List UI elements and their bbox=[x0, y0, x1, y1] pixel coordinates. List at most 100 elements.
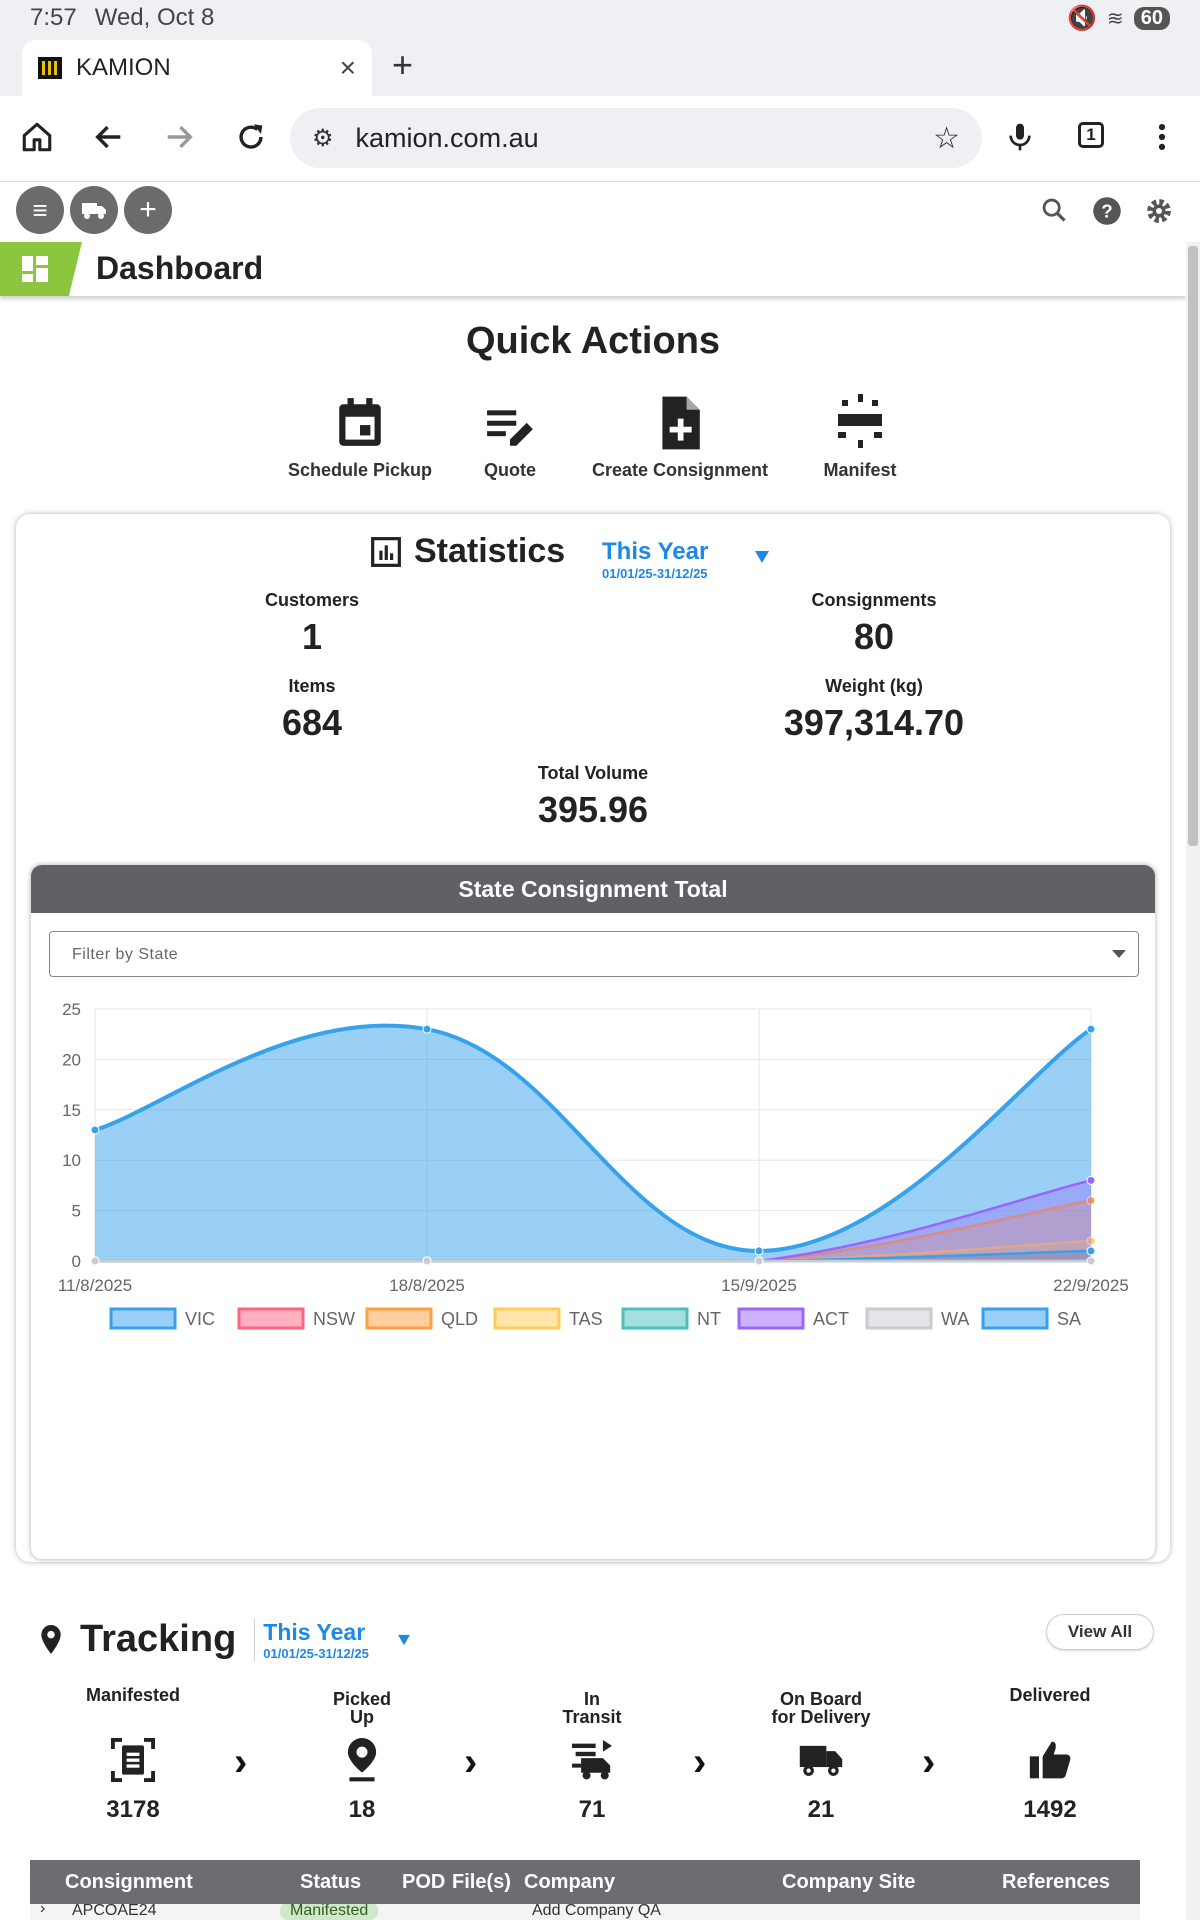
new-tab-icon[interactable]: + bbox=[392, 44, 413, 86]
stage-on-board-for-delivery[interactable]: On Board for Delivery 21 bbox=[741, 1686, 901, 1824]
dropdown-caret-icon bbox=[1112, 950, 1126, 958]
statistics-header: Statistics bbox=[370, 532, 565, 571]
stage-delivered[interactable]: Delivered 1492 bbox=[970, 1686, 1130, 1824]
statistics-period-selector[interactable]: This Year 01/01/25-31/12/25 bbox=[602, 538, 708, 581]
tracking-period-dropdown-icon[interactable] bbox=[397, 1634, 411, 1646]
column-status[interactable]: Status bbox=[300, 1871, 361, 1894]
stage-label: On Board for Delivery bbox=[771, 1689, 871, 1727]
stage-label: Manifested bbox=[85, 1685, 181, 1705]
weight-value: 397,314.70 bbox=[783, 702, 965, 743]
schedule-pickup-label: Schedule Pickup bbox=[287, 460, 433, 480]
filter-placeholder: Filter by State bbox=[72, 946, 179, 963]
schedule-pickup-action[interactable]: Schedule Pickup bbox=[280, 394, 440, 481]
column-company[interactable]: Company bbox=[524, 1871, 615, 1894]
stage-label: Delivered bbox=[1009, 1685, 1091, 1705]
browser-tab[interactable]: KAMION × bbox=[22, 40, 372, 96]
home-icon[interactable] bbox=[20, 120, 54, 154]
menu-button[interactable]: ≡ bbox=[16, 186, 64, 234]
stage-value: 21 bbox=[807, 1796, 835, 1823]
quote-label: Quote bbox=[484, 460, 536, 480]
status-badge: Manifested bbox=[280, 1904, 379, 1920]
legend-vic-label: VIC bbox=[185, 1309, 215, 1329]
create-consignment-label: Create Consignment bbox=[591, 460, 769, 480]
clock: 7:57 bbox=[30, 4, 77, 31]
y-tick-label: 0 bbox=[72, 1252, 81, 1271]
app-toolbar: ≡ + ? bbox=[0, 182, 1200, 242]
truck-icon bbox=[799, 1745, 843, 1776]
battery-icon: 60 bbox=[1133, 6, 1170, 30]
legend-tas-label: TAS bbox=[569, 1309, 603, 1329]
browser-toolbar: ⚙ kamion.com.au ☆ bbox=[0, 96, 1200, 182]
series-wa-point bbox=[90, 1256, 100, 1266]
column-files[interactable]: File(s) bbox=[452, 1871, 511, 1894]
y-tick-label: 15 bbox=[62, 1101, 81, 1120]
series-wa-point bbox=[1086, 1256, 1096, 1266]
settings-gear-icon[interactable] bbox=[1144, 196, 1174, 226]
calendar-icon bbox=[339, 398, 381, 446]
legend-wa-label: WA bbox=[941, 1309, 969, 1329]
scrollbar-thumb[interactable] bbox=[1188, 246, 1198, 846]
tab-switcher-button[interactable]: 1 bbox=[1078, 122, 1104, 148]
legend-nt-label: NT bbox=[697, 1309, 721, 1329]
location-marker-icon bbox=[41, 1624, 61, 1654]
svg-text:?: ? bbox=[1101, 200, 1112, 221]
row-consignment[interactable]: APCOAE24 bbox=[72, 1904, 156, 1920]
state-consignment-chart: 0 5 10 15 20 25 11/8/2025 18/8/2025 15/9/2025 22/… bbox=[58, 1000, 1129, 1330]
bookmark-star-icon[interactable]: ☆ bbox=[933, 121, 960, 156]
forward-icon[interactable] bbox=[162, 120, 196, 154]
statistics-period-range: 01/01/25-31/12/25 bbox=[602, 566, 708, 581]
stage-value: 3178 bbox=[106, 1796, 160, 1823]
period-dropdown-icon[interactable] bbox=[754, 550, 770, 564]
stage-manifested[interactable]: Manifested 3178 bbox=[53, 1686, 213, 1824]
stage-value: 1492 bbox=[1023, 1796, 1077, 1823]
close-tab-icon[interactable]: × bbox=[340, 52, 356, 84]
system-status-bar: 7:57 Wed, Oct 8 🔇 ≋ 60 bbox=[0, 0, 1200, 36]
column-pod[interactable]: POD bbox=[402, 1871, 445, 1894]
legend-wa-swatch bbox=[865, 1307, 933, 1330]
total-volume-label: Total Volume bbox=[537, 763, 649, 783]
create-consignment-action[interactable]: Create Consignment bbox=[580, 394, 780, 481]
more-options-icon[interactable] bbox=[1150, 120, 1174, 154]
microphone-icon[interactable] bbox=[1004, 120, 1036, 154]
site-settings-icon[interactable]: ⚙ bbox=[312, 124, 334, 153]
column-company-site[interactable]: Company Site bbox=[782, 1871, 915, 1894]
filter-by-state-select[interactable]: Filter by State bbox=[49, 931, 1139, 977]
series-act-point bbox=[1086, 1175, 1096, 1185]
location-pin-icon bbox=[347, 1738, 377, 1782]
thumbs-up-icon bbox=[1029, 1741, 1071, 1779]
statistics-title: Statistics bbox=[414, 532, 566, 570]
add-button[interactable]: + bbox=[124, 186, 172, 234]
column-references[interactable]: References bbox=[1002, 1871, 1110, 1894]
address-bar[interactable]: ⚙ kamion.com.au ☆ bbox=[290, 108, 982, 168]
x-tick-label: 18/8/2025 bbox=[389, 1276, 465, 1295]
search-icon[interactable] bbox=[1040, 196, 1068, 224]
series-wa-point bbox=[754, 1256, 764, 1266]
x-tick-label: 22/9/2025 bbox=[1053, 1276, 1129, 1295]
dashboard-header: Dashboard bbox=[0, 242, 1186, 296]
legend-sa-label: SA bbox=[1057, 1309, 1081, 1329]
table-row[interactable]: › APCOAE24 Manifested Add Company QA bbox=[30, 1904, 1140, 1920]
tracking-period-selector[interactable]: This Year 01/01/25-31/12/25 bbox=[254, 1618, 369, 1661]
chevron-right-icon: › bbox=[464, 1740, 478, 1784]
reload-icon[interactable] bbox=[234, 120, 268, 154]
stage-in-transit[interactable]: In Transit 71 bbox=[512, 1686, 672, 1824]
back-icon[interactable] bbox=[92, 120, 126, 154]
stage-picked-up[interactable]: Picked Up 18 bbox=[282, 1686, 442, 1824]
manifest-icon bbox=[838, 394, 882, 448]
tracking-title: Tracking bbox=[80, 1618, 237, 1660]
truck-button[interactable] bbox=[70, 186, 118, 234]
manifest-action[interactable]: Manifest bbox=[800, 394, 920, 481]
chevron-right-icon: › bbox=[922, 1740, 936, 1784]
view-all-button[interactable]: View All bbox=[1046, 1614, 1154, 1650]
column-consignment[interactable]: Consignment bbox=[65, 1871, 193, 1894]
x-tick-label: 11/8/2025 bbox=[58, 1276, 132, 1295]
row-company: Add Company QA bbox=[532, 1904, 661, 1919]
manifest-label: Manifest bbox=[823, 460, 897, 480]
row-expand-icon[interactable]: › bbox=[40, 1904, 45, 1918]
chevron-right-icon: › bbox=[234, 1740, 248, 1784]
items-value: 684 bbox=[281, 702, 343, 743]
help-icon[interactable]: ? bbox=[1092, 196, 1122, 226]
quote-action[interactable]: Quote bbox=[460, 394, 560, 481]
state-consignment-chart-card: State Consignment Total Filter by State … bbox=[30, 864, 1156, 1560]
series-vic-point bbox=[422, 1024, 432, 1034]
